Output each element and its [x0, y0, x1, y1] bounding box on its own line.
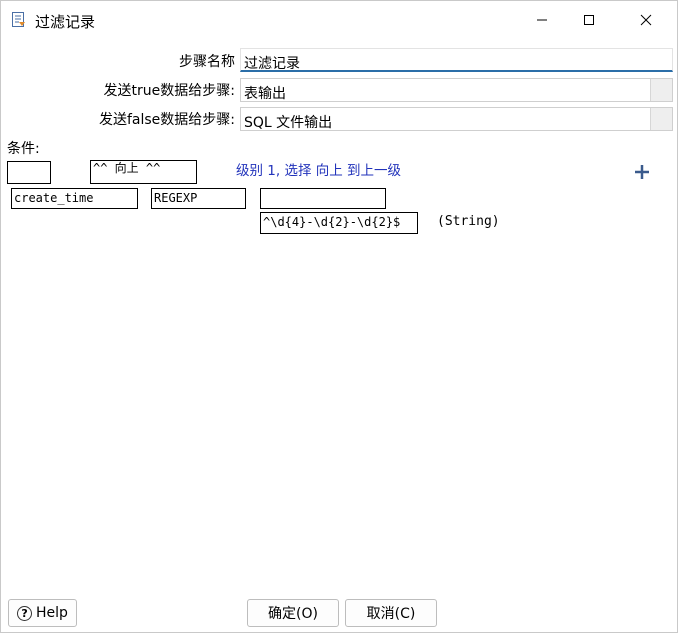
- up-level-button[interactable]: ^^ 向上 ^^: [90, 160, 197, 184]
- step-name-input[interactable]: 过滤记录: [240, 48, 673, 72]
- condition-operator[interactable]: REGEXP: [151, 188, 246, 209]
- send-false-value: SQL 文件输出: [244, 115, 333, 131]
- dropdown-button[interactable]: [650, 108, 672, 130]
- negate-box[interactable]: [7, 161, 51, 184]
- value-type-label: (String): [437, 214, 500, 229]
- minimize-icon: [537, 19, 547, 21]
- condition-compare-value[interactable]: ^\d{4}-\d{2}-\d{2}$: [260, 212, 418, 234]
- step-name-label: 步骤名称: [179, 54, 235, 70]
- window-title: 过滤记录: [35, 13, 96, 31]
- title-bar[interactable]: 过滤记录: [1, 1, 677, 39]
- dialog-window: 过滤记录 步骤名称 过滤记录 发送true数据给步骤: 表输出 发送false数…: [0, 0, 678, 633]
- condition-label: 条件:: [7, 141, 40, 157]
- send-true-select[interactable]: 表输出: [240, 78, 673, 102]
- condition-field-name[interactable]: create_time: [11, 188, 138, 209]
- ok-button[interactable]: 确定(O): [247, 599, 339, 627]
- send-true-value: 表输出: [244, 86, 286, 102]
- level-info-text: 级别 1, 选择 向上 到上一级: [236, 163, 402, 179]
- maximize-icon: [584, 15, 594, 25]
- close-button[interactable]: [623, 1, 669, 39]
- send-false-select[interactable]: SQL 文件输出: [240, 107, 673, 131]
- minimize-button[interactable]: [519, 1, 565, 39]
- help-label: Help: [36, 605, 68, 621]
- filter-step-icon: [12, 12, 26, 28]
- condition-compare-field[interactable]: [260, 188, 386, 209]
- close-icon: [640, 14, 652, 26]
- send-true-label: 发送true数据给步骤:: [103, 83, 235, 99]
- send-false-label: 发送false数据给步骤:: [98, 112, 235, 128]
- help-button[interactable]: ? Help: [8, 599, 77, 627]
- cancel-button[interactable]: 取消(C): [345, 599, 437, 627]
- plus-icon[interactable]: [631, 161, 653, 183]
- maximize-button[interactable]: [566, 1, 612, 39]
- help-icon: ?: [17, 605, 33, 621]
- dropdown-button[interactable]: [650, 79, 672, 101]
